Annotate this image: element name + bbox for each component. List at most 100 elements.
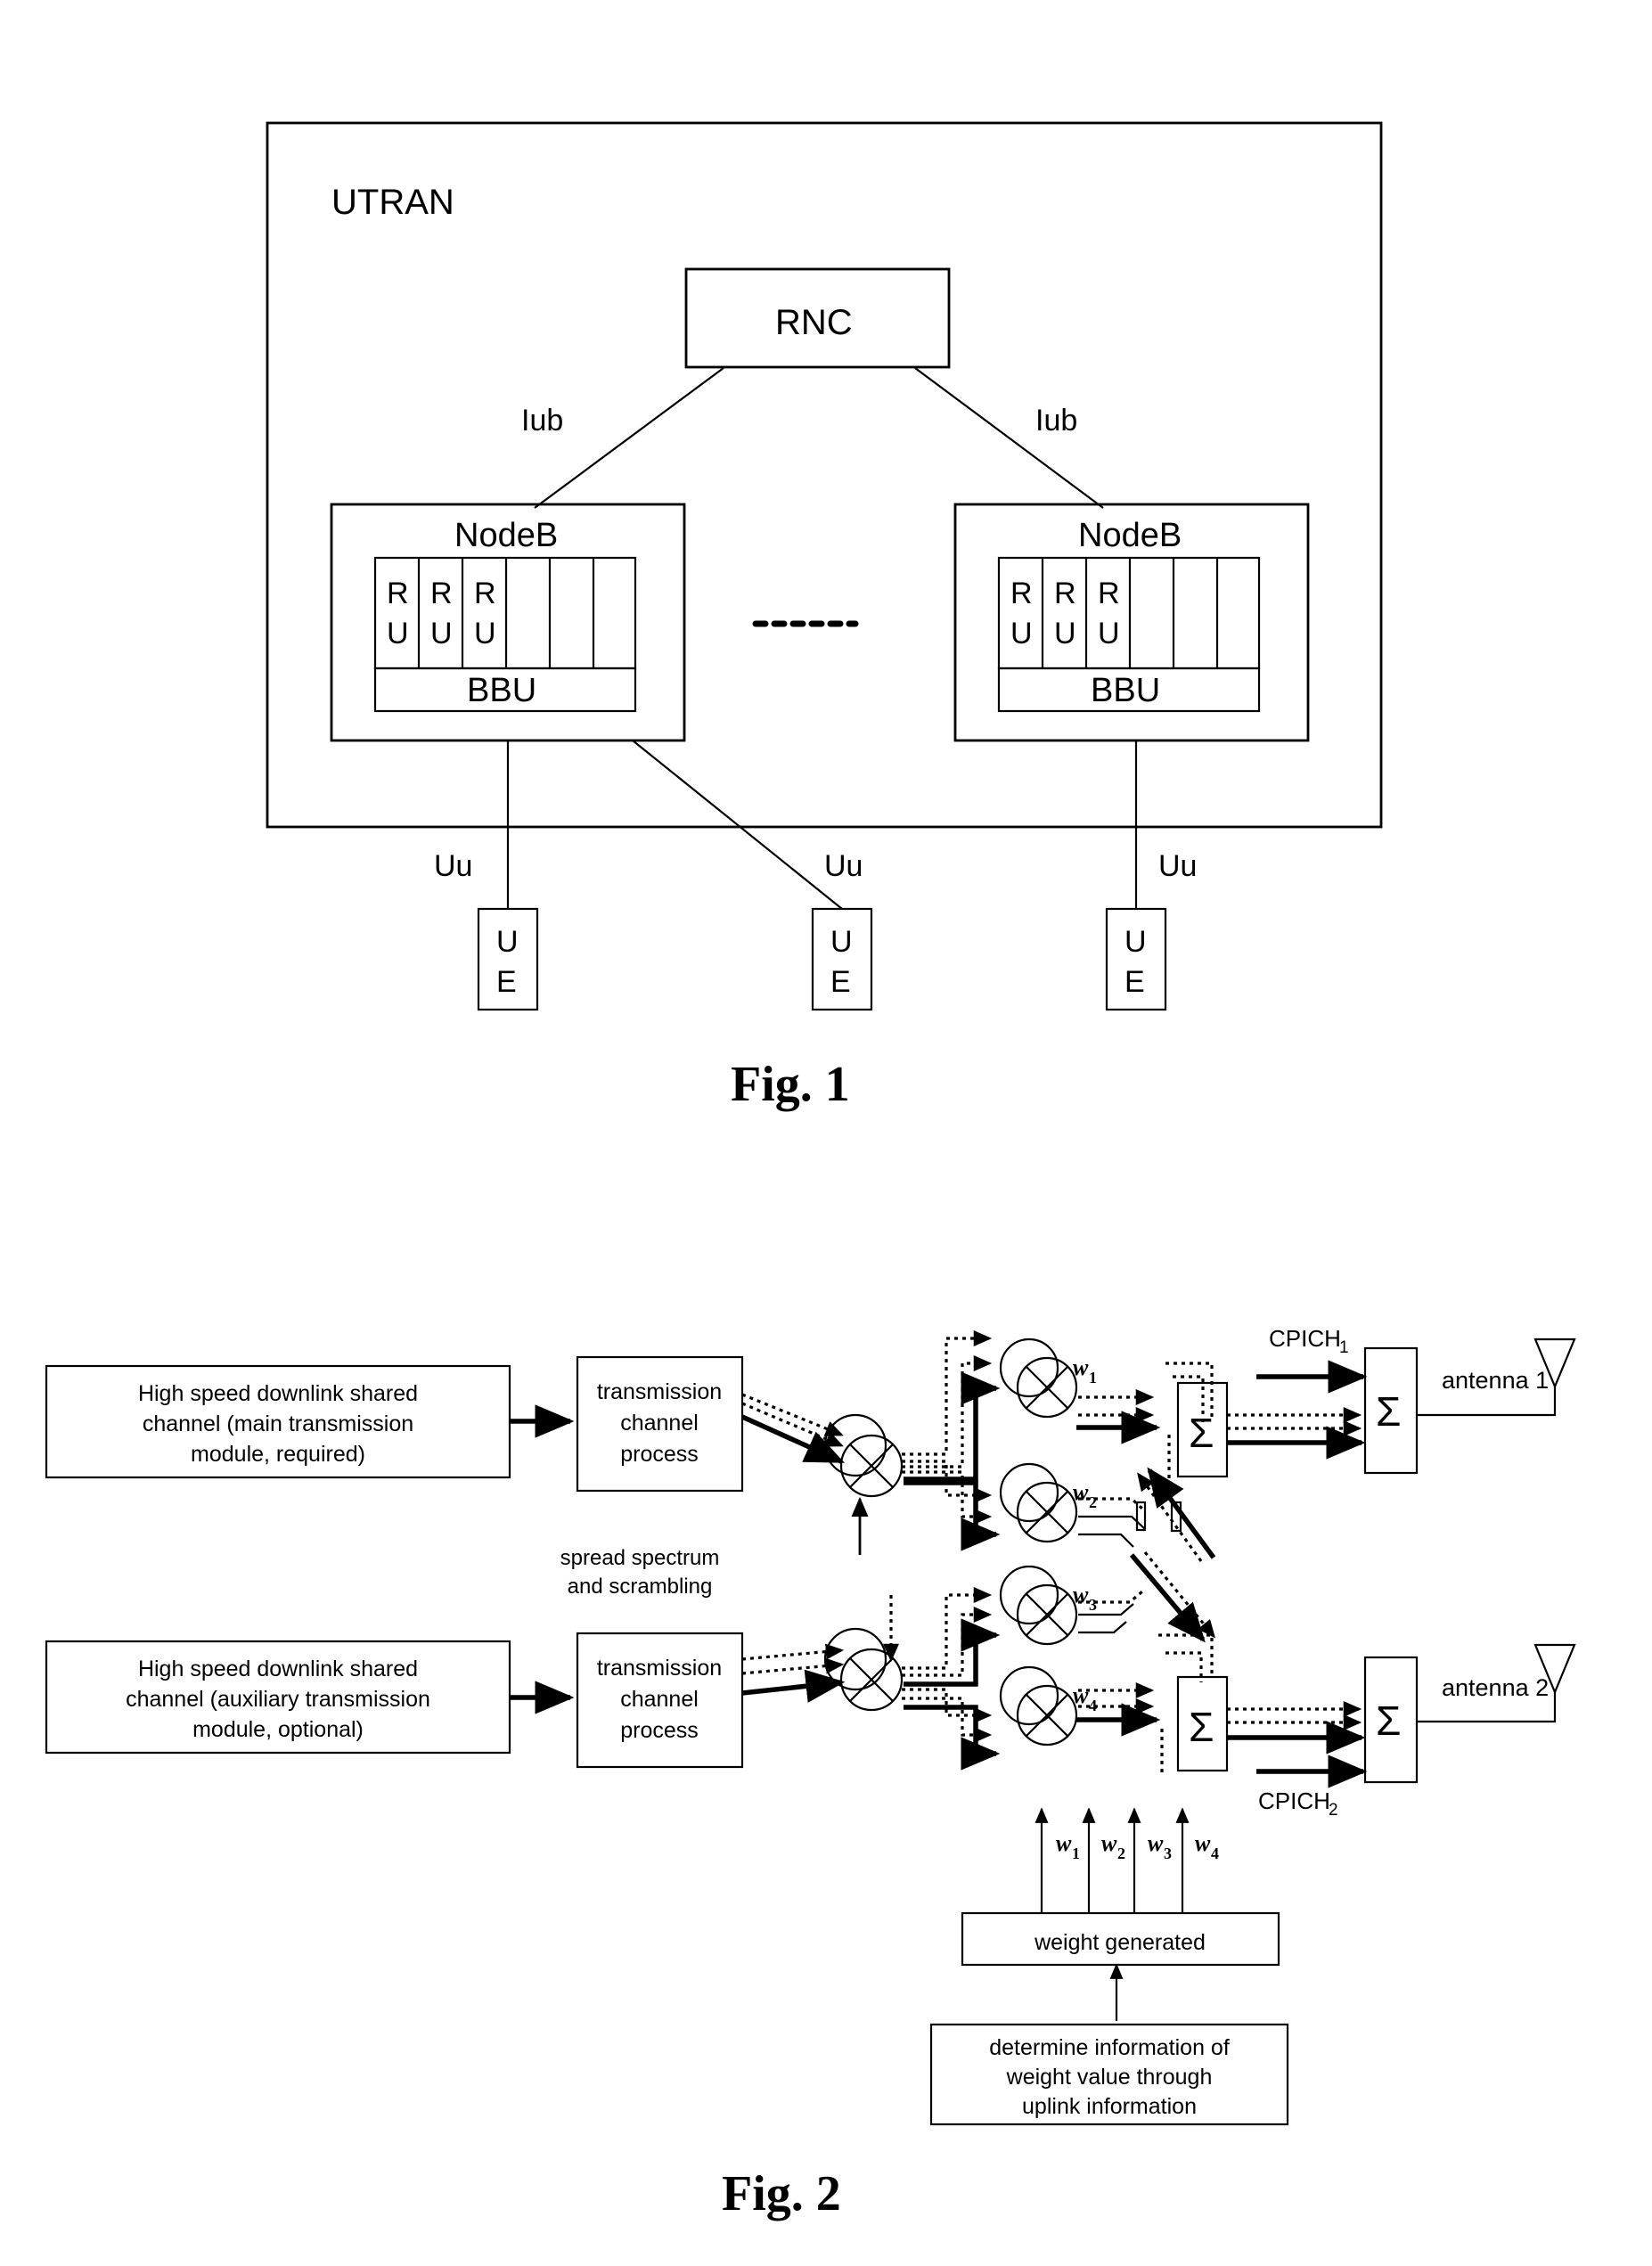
sigma-top-symbol: Σ [1189, 1410, 1214, 1456]
rnc-label: RNC [775, 303, 853, 342]
ue-box-2-line-2: E [830, 965, 851, 999]
tx-process-top-line-2: channel [620, 1411, 699, 1436]
nodeb-left-ru-1-line-2: U [387, 617, 409, 650]
iub-line-left [534, 367, 724, 509]
w2-ghost-circle [999, 1462, 1059, 1523]
determine-line-2: weight value through [1006, 2065, 1213, 2090]
tx-process-bottom-line-3: process [620, 1718, 699, 1743]
tx-process-top-line-3: process [620, 1442, 699, 1467]
weight-multiplier-2: w 2 [999, 1462, 1097, 1543]
weight-feed-label-1-sub: 1 [1072, 1845, 1080, 1862]
nodeb-right-ru-3-line-2: U [1098, 617, 1120, 650]
nodeb-right-bbu-label: BBU [1091, 672, 1160, 709]
sigma-bottom-symbol: Σ [1189, 1704, 1214, 1750]
w1-symbol: w [1073, 1354, 1089, 1380]
cross-diagonal-down-dot [1143, 1550, 1216, 1639]
mixer-top-ghost-circle [823, 1413, 887, 1477]
cross-diagonal-down-solid [1129, 1553, 1206, 1643]
uu-label-3: Uu [1158, 849, 1197, 883]
ue-box-1-line-2: E [496, 965, 517, 999]
figures-canvas: UTRAN RNC Iub Iub NodeB R U R U R U BBU … [45, 121, 1576, 2221]
nodeb-right-ru-1-line-2: U [1010, 617, 1033, 650]
mixer-bottom-group [823, 1627, 904, 1712]
figure-2-caption: Fig. 2 [722, 2166, 841, 2221]
antenna-top-label: antenna 1 [1442, 1367, 1549, 1394]
nodeb-left-title: NodeB [454, 517, 558, 554]
weight-feed-label-3-sub: 3 [1164, 1845, 1172, 1862]
sigma-top-dot-bracket-1 [1165, 1362, 1214, 1417]
nodeb-left-ru-2-line-1: R [430, 577, 453, 610]
w1-ghost-circle [999, 1338, 1059, 1398]
weight-multiplier-4: w 4 [999, 1665, 1097, 1747]
w3-symbol: w [1073, 1582, 1089, 1607]
nodeb-right-ru-3-line-1: R [1098, 577, 1120, 610]
w2-out-thin-path [1078, 1515, 1146, 1530]
cpich-bottom-subscript: 2 [1329, 1801, 1338, 1820]
weight-feed-label-4-symbol: w [1195, 1830, 1211, 1856]
weight-feed-label-1-symbol: w [1056, 1830, 1072, 1856]
w4-symbol: w [1073, 1682, 1089, 1708]
bus-w2-solid [904, 1480, 1001, 1551]
cpich-top-label: CPICH [1269, 1325, 1341, 1352]
nodeb-right-ru-2-line-2: U [1054, 617, 1076, 650]
nodeb-left-bbu-label: BBU [467, 672, 536, 709]
main-channel-line-3: module, required) [191, 1442, 365, 1467]
nodeb-left-ru-1-line-1: R [387, 577, 409, 610]
uu-line-2 [632, 740, 843, 910]
tx-process-bottom-line-2: channel [620, 1687, 699, 1712]
nodeb-left-ru-3-line-1: R [474, 577, 496, 610]
txbot-to-mixer-solid [741, 1669, 846, 1703]
nodeb-right-title: NodeB [1078, 517, 1182, 554]
spread-label-line-2: and scrambling [568, 1575, 713, 1599]
final-combiner-bottom-symbol: Σ [1376, 1697, 1401, 1744]
spread-label-line-1: spread spectrum [560, 1546, 720, 1570]
cpich-top-subscript: 1 [1339, 1338, 1349, 1357]
cpich-bottom-label: CPICH [1258, 1787, 1330, 1814]
ue-box-1-line-1: U [496, 925, 519, 959]
weight-feed-label-3-symbol: w [1148, 1830, 1164, 1856]
w3-subscript: 3 [1089, 1596, 1097, 1614]
patent-figure-sheet: UTRAN RNC Iub Iub NodeB R U R U R U BBU … [0, 0, 1652, 2266]
iub-line-right [914, 367, 1104, 509]
figure-2-group: High speed downlink shared channel (main… [45, 1325, 1576, 2221]
sigma-bottom-dot-bracket-1 [1158, 1633, 1214, 1675]
mixer-bottom-ghost-circle [823, 1627, 887, 1691]
w3-ghost-circle [999, 1565, 1059, 1625]
aux-channel-line-2: channel (auxiliary transmission [126, 1687, 430, 1712]
aux-channel-line-3: module, optional) [192, 1717, 364, 1742]
determine-line-1: determine information of [989, 2035, 1230, 2060]
determine-line-3: uplink information [1022, 2094, 1197, 2119]
figure-1-group: UTRAN RNC Iub Iub NodeB R U R U R U BBU … [266, 121, 1383, 1112]
bus-w3-solid [904, 1618, 1001, 1687]
ue-box-3-line-2: E [1125, 965, 1145, 999]
utran-label: UTRAN [331, 183, 454, 222]
nodeb-right-ru-2-line-1: R [1054, 577, 1076, 610]
cross-diagonal-up-dot [1137, 1472, 1203, 1562]
w3-out-thin-path-2 [1078, 1621, 1127, 1634]
ue-box-3-line-1: U [1125, 925, 1147, 959]
w2-symbol: w [1073, 1479, 1089, 1505]
aux-channel-line-1: High speed downlink shared [138, 1657, 418, 1681]
nodeb-left-ru-3-line-2: U [474, 617, 496, 650]
tx-process-top-line-1: transmission [597, 1379, 722, 1404]
uu-label-1: Uu [434, 849, 472, 883]
w4-ghost-circle [999, 1665, 1059, 1726]
nodeb-left-ru-2-line-2: U [430, 617, 453, 650]
tx-process-bottom-line-1: transmission [597, 1656, 722, 1681]
utran-boundary-box [266, 121, 1383, 829]
iub-label-left: Iub [521, 404, 563, 438]
w2-out-thin-path-2 [1078, 1533, 1134, 1548]
iub-label-right: Iub [1035, 404, 1077, 438]
w1-subscript: 1 [1089, 1369, 1097, 1387]
weight-multiplier-1: w 1 [999, 1338, 1097, 1419]
weight-feed-label-4-sub: 4 [1211, 1845, 1219, 1862]
uu-label-2: Uu [824, 849, 863, 883]
main-channel-line-2: channel (main transmission [143, 1411, 413, 1436]
main-channel-line-1: High speed downlink shared [138, 1381, 418, 1406]
figure-1-caption: Fig. 1 [731, 1057, 850, 1112]
nodeb-right-ru-1-line-1: R [1010, 577, 1033, 610]
txtop-to-mixer-dot-1 [741, 1393, 844, 1436]
weight-feed-label-2-symbol: w [1101, 1830, 1117, 1856]
weight-generated-label: weight generated [1034, 1930, 1206, 1955]
weight-feed-label-2-sub: 2 [1117, 1845, 1125, 1862]
